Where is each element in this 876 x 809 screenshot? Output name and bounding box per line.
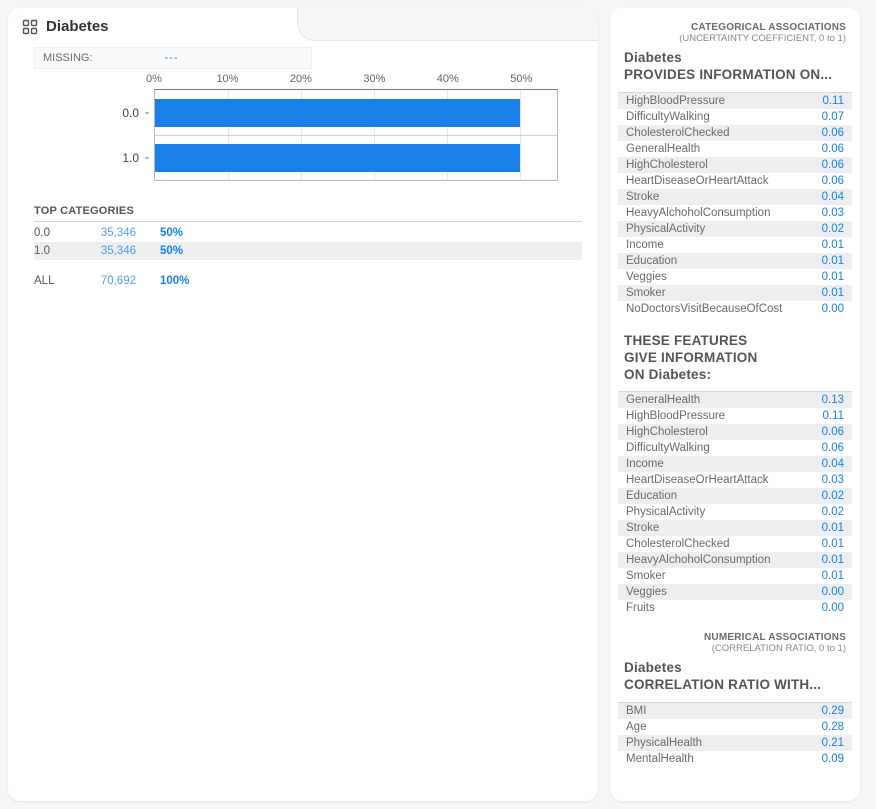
chart-bar [155,99,520,127]
cat-assoc-head1: Diabetes [614,50,856,67]
missing-value: --- [165,52,179,64]
list-item: Stroke0.04 [618,189,852,205]
grid-icon [22,19,38,35]
list-item: GeneralHealth0.13 [618,392,852,408]
top-categories-title: TOP CATEGORIES [34,205,582,222]
table-row: 1.035,34650% [34,242,582,260]
cat-assoc-title: CATEGORICAL ASSOCIATIONS [614,22,856,33]
list-item: Smoker0.01 [618,285,852,301]
list-item: BMI0.29 [618,703,852,719]
list-item: Fruits0.00 [618,600,852,616]
list-item: HeavyAlchoholConsumption0.01 [618,552,852,568]
cat-assoc-inv-head2: GIVE INFORMATION [614,350,856,367]
table-row-total: ALL70,692100% [34,272,582,290]
chart-bar [155,144,520,172]
missing-label: MISSING: [43,52,93,64]
list-item: PhysicalActivity0.02 [618,504,852,520]
list-item: Income0.04 [618,456,852,472]
num-assoc-sub: (CORRELATION RATIO, 0 to 1) [614,643,856,660]
chart-xtick: 20% [290,73,312,85]
num-assoc-table: BMI0.29Age0.28PhysicalHealth0.21MentalHe… [618,702,852,767]
list-item: HeartDiseaseOrHeartAttack0.06 [618,173,852,189]
missing-row: MISSING: --- [34,47,312,69]
list-item: MentalHealth0.09 [618,751,852,767]
num-assoc-head2: CORRELATION RATIO WITH... [614,677,856,694]
list-item: HeavyAlchoholConsumption0.03 [618,205,852,221]
summary-panel: Diabetes MISSING: --- 0% 10% 20% 30% 40% 50% … [8,8,598,801]
cat-assoc-sub: (UNCERTAINTY COEFFICIENT, 0 to 1) [614,33,856,50]
list-item: HeartDiseaseOrHeartAttack0.03 [618,472,852,488]
list-item: Education0.02 [618,488,852,504]
list-item: GeneralHealth0.06 [618,141,852,157]
list-item: Stroke0.01 [618,520,852,536]
list-item: HighBloodPressure0.11 [618,93,852,109]
list-item: Veggies0.00 [618,584,852,600]
list-item: HighBloodPressure0.11 [618,408,852,424]
associations-panel: CATEGORICAL ASSOCIATIONS (UNCERTAINTY CO… [610,8,860,801]
cat-assoc-inv-head3: ON Diabetes: [614,367,856,384]
list-item: DifficultyWalking0.07 [618,109,852,125]
chart-ylabel: 1.0 [122,151,139,165]
list-item: NoDoctorsVisitBecauseOfCost0.00 [618,301,852,317]
list-item: CholesterolChecked0.06 [618,125,852,141]
page-title: Diabetes [46,18,109,35]
cat-assoc-table: HighBloodPressure0.11DifficultyWalking0.… [618,92,852,317]
list-item: PhysicalHealth0.21 [618,735,852,751]
table-row: 0.035,34650% [34,224,582,242]
chart-xtick: 40% [437,73,459,85]
list-item: HighCholesterol0.06 [618,157,852,173]
list-item: DifficultyWalking0.06 [618,440,852,456]
num-assoc-head1: Diabetes [614,660,856,677]
list-item: HighCholesterol0.06 [618,424,852,440]
chart-xtick: 30% [363,73,385,85]
list-item: CholesterolChecked0.01 [618,536,852,552]
list-item: Smoker0.01 [618,568,852,584]
distribution-chart: 0% 10% 20% 30% 40% 50% 0.0 1.0 [34,73,572,191]
chart-xtick: 0% [146,73,162,85]
chart-xtick: 50% [510,73,532,85]
cat-assoc-inv-head1: THESE FEATURES [614,333,856,350]
chart-ylabel: 0.0 [122,106,139,120]
top-categories-table: 0.035,34650%1.035,34650% ALL70,692100% [34,224,582,290]
cat-assoc-inv-table: GeneralHealth0.13HighBloodPressure0.11Hi… [618,391,852,616]
list-item: Education0.01 [618,253,852,269]
list-item: PhysicalActivity0.02 [618,221,852,237]
list-item: Age0.28 [618,719,852,735]
list-item: Income0.01 [618,237,852,253]
num-assoc-title: NUMERICAL ASSOCIATIONS [614,632,856,643]
cat-assoc-head2: PROVIDES INFORMATION ON... [614,67,856,84]
list-item: Veggies0.01 [618,269,852,285]
chart-xtick: 10% [216,73,238,85]
